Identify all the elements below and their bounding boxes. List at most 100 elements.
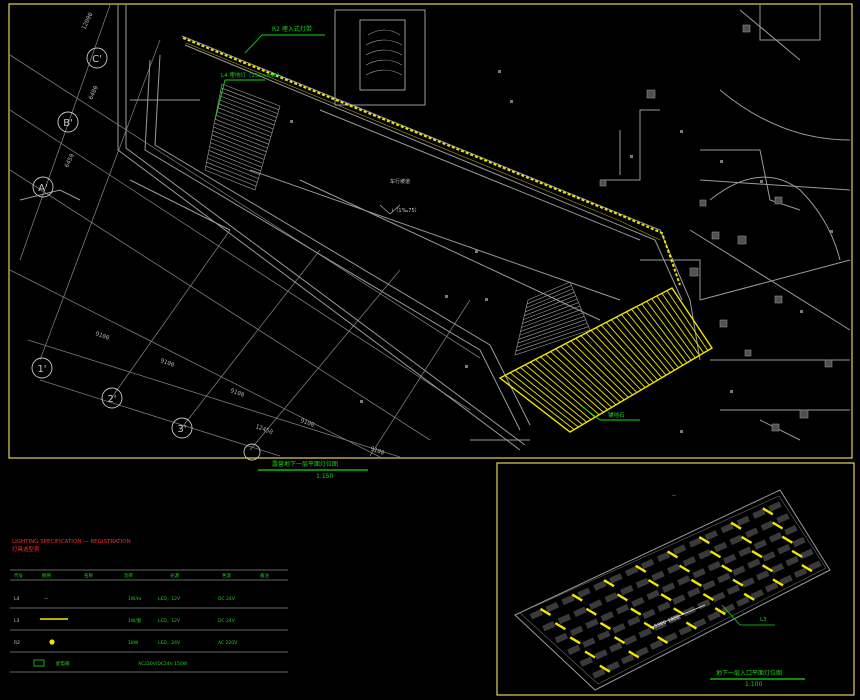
stair-tread (219, 95, 277, 118)
paving-tile (677, 575, 691, 586)
inground-light-fixture (613, 636, 626, 645)
paving-hatch-line (600, 324, 654, 383)
paving-tile (722, 553, 737, 565)
stairs-upper (204, 83, 281, 191)
paving-tile (770, 563, 785, 574)
dim-3: 9100 (229, 387, 245, 399)
paving-tile (620, 585, 634, 596)
paving-tile (800, 548, 814, 560)
paving-tile (594, 649, 608, 660)
paving-tile (747, 558, 761, 569)
stair-tread (209, 146, 262, 168)
row1-temp: DC 24V (218, 596, 236, 602)
legend-header-note: 备注 (260, 572, 269, 579)
legend-row-4: 配电箱 AC220V/DC24V 150W (33, 659, 188, 667)
paving-tile (542, 620, 556, 632)
paving-tile (736, 515, 750, 527)
stair-tread (218, 99, 276, 122)
paving-hatch-line (605, 322, 659, 381)
row2-power: 1W/套 (128, 617, 142, 624)
stair-tread (212, 130, 267, 153)
paving-tile (592, 668, 606, 679)
stair-tread (526, 288, 573, 309)
detail-slab-inner (519, 495, 827, 685)
paving-tile (753, 539, 768, 550)
stair-tread (526, 285, 572, 305)
paving-tile (612, 623, 626, 634)
paving-tile (631, 596, 645, 608)
stair-tread (218, 103, 275, 126)
paving-tile (729, 534, 743, 546)
paving-hatch-line (575, 337, 633, 396)
inground-light-fixture (771, 521, 784, 530)
paving-tile (784, 524, 798, 536)
paving-tile (638, 627, 652, 639)
dim-9: 12000 (80, 11, 94, 31)
detail-plan-scale: 1:100 (745, 681, 762, 688)
legend-row-1: L4 — 1W/m LED，12V DC 24V (14, 596, 236, 602)
paving-tile (661, 582, 676, 593)
inground-light-fixture (584, 650, 596, 659)
dim-7: 6400 (87, 84, 100, 100)
row3-code: R2 (14, 640, 20, 646)
row3-source: LED，24V (158, 640, 181, 646)
detail-plan-title: 地下一层入口平面灯位图 (716, 669, 782, 677)
main-plan: R2 埋入式灯带 L4 埋地灯（150×mm） 铺地石 i（1‰75） 车行坡道… (8, 3, 853, 461)
inground-light-fixture (616, 593, 629, 602)
paving-tile (745, 527, 759, 538)
paving-tile (777, 544, 791, 555)
paving-tile (776, 513, 790, 524)
detail-callout-label: L3 (760, 617, 767, 623)
paving-tile (651, 570, 665, 582)
legend-header-source: 光源 (170, 572, 179, 579)
inground-light-fixture (647, 578, 660, 588)
row4-source: AC220V/DC24V 150W (138, 661, 188, 667)
paving-tile (756, 570, 770, 581)
inground-light-fixture (630, 607, 642, 616)
paving-hatch-line (570, 340, 629, 398)
stair-tread (221, 87, 279, 111)
legend-row-2: L3 1W/套 LED，12V DC 24V (14, 617, 236, 624)
paving-tile (567, 644, 581, 656)
paving-tile (557, 613, 572, 625)
paving-tile (707, 560, 722, 572)
stair-tread (216, 111, 273, 134)
inground-light-fixture (702, 592, 714, 602)
legend-header-name: 名称 (84, 572, 93, 579)
paving-tile (554, 632, 569, 644)
stair-tread (211, 138, 265, 160)
paving-hatch-line (661, 293, 705, 354)
detail-dimension-label: 5300 1400 (654, 614, 681, 630)
grid-label-c: C' (92, 54, 102, 65)
detail-paving-tiles (529, 501, 822, 679)
paving-tile (736, 596, 750, 607)
row1-code: L4 (14, 596, 20, 602)
legend-headers: 代号 图例 名称 功率 光源 色温 备注 (14, 572, 269, 579)
paving-tile (597, 630, 611, 641)
paving-tile (573, 606, 587, 617)
paving-tile (620, 653, 635, 665)
row3-temp: AC 220V (218, 640, 238, 646)
stair-tread (206, 161, 258, 183)
paving-tile (762, 551, 776, 562)
main-plan-frame (8, 3, 853, 459)
paving-tile (609, 642, 623, 653)
row3-power: 18W (128, 640, 139, 646)
lighting-legend: LIGHTING SPECIFICATION — REGISTRATION 灯具… (10, 539, 288, 673)
paving-tile (623, 634, 638, 646)
paving-tile (768, 532, 783, 543)
inground-light-fixture (732, 578, 744, 587)
detail-top-mark: — (672, 493, 676, 498)
inground-light-fixture (678, 564, 691, 573)
paving-tile (672, 544, 687, 555)
grid-label-a: A' (38, 183, 48, 194)
ramp-label: 车行坡道 (390, 178, 410, 185)
row1-power: 1W/m (128, 596, 141, 602)
dim-2: 9100 (159, 357, 175, 369)
stair-tread (211, 134, 266, 156)
inground-light-fixture (781, 535, 793, 544)
legend-header-temp: 色温 (222, 572, 231, 579)
paving-tile (702, 579, 716, 591)
paving-tile (726, 584, 741, 595)
stair-tread (207, 154, 260, 176)
